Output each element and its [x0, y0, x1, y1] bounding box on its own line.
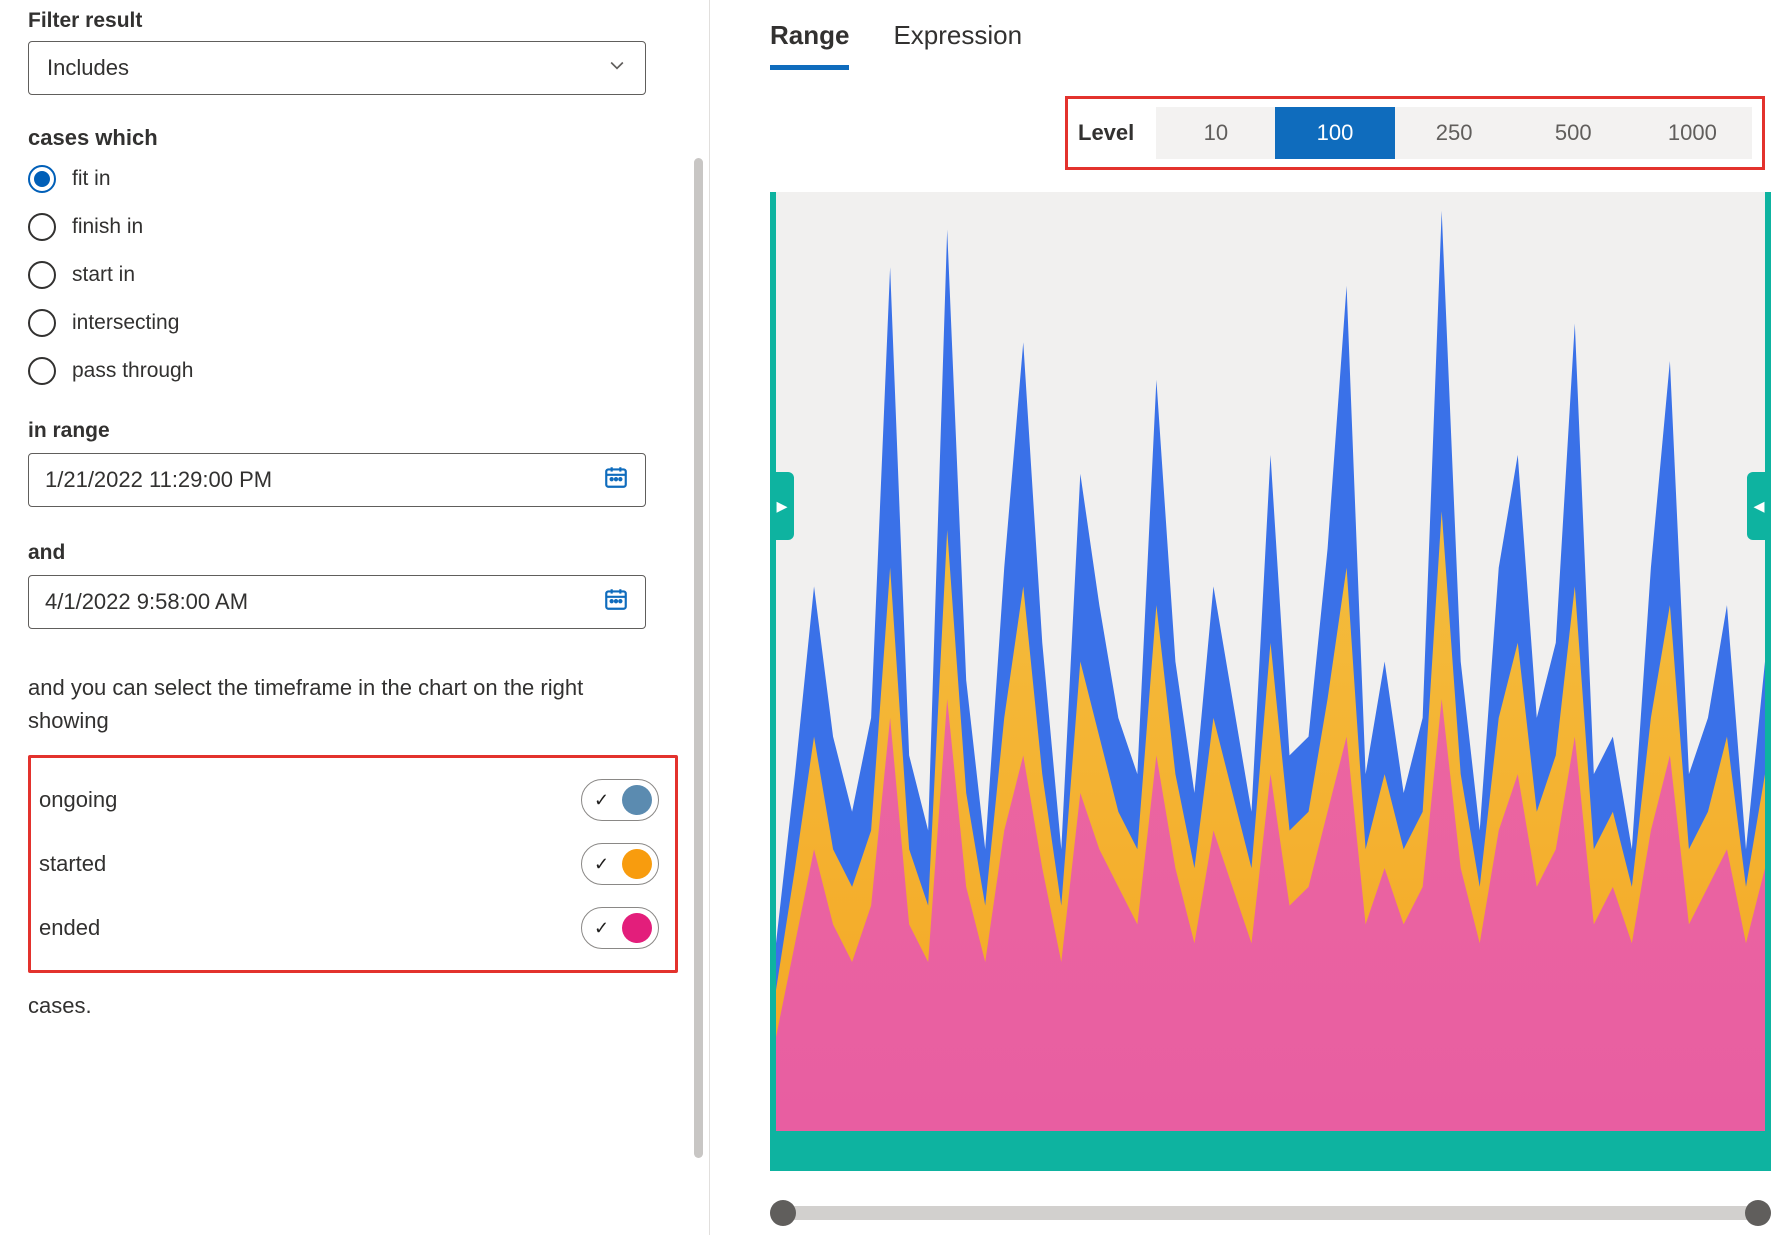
filter-result-value: Includes	[47, 55, 129, 81]
chevron-down-icon	[607, 55, 627, 81]
check-icon: ✓	[594, 854, 614, 875]
range-end-input[interactable]: 4/1/2022 9:58:00 AM	[28, 575, 646, 629]
radio-finish-in[interactable]: finish in	[28, 213, 681, 241]
explain-text: and you can select the timeframe in the …	[28, 671, 658, 737]
slider-knob-right[interactable]	[1745, 1200, 1771, 1226]
range-handle-left[interactable]: ▸	[770, 472, 794, 540]
radio-label: intersecting	[72, 311, 179, 335]
range-start-input[interactable]: 1/21/2022 11:29:00 PM	[28, 453, 646, 507]
radio-pass-through[interactable]: pass through	[28, 357, 681, 385]
radio-start-in[interactable]: start in	[28, 261, 681, 289]
toggle-ended[interactable]: ✓	[581, 907, 659, 949]
level-option-1000[interactable]: 1000	[1633, 107, 1752, 159]
slider-knob-left[interactable]	[770, 1200, 796, 1226]
filter-result-select[interactable]: Includes	[28, 41, 646, 95]
toggle-label: ongoing	[39, 787, 117, 813]
radio-circle[interactable]	[28, 213, 56, 241]
radio-circle[interactable]	[28, 165, 56, 193]
trailing-text: cases.	[28, 993, 681, 1019]
range-handle-right[interactable]: ◂	[1747, 472, 1771, 540]
toggle-knob	[622, 913, 652, 943]
in-range-label: in range	[28, 419, 681, 443]
level-option-100[interactable]: 100	[1275, 107, 1394, 159]
range-start-value: 1/21/2022 11:29:00 PM	[45, 467, 272, 493]
toggle-started[interactable]: ✓	[581, 843, 659, 885]
check-icon: ✓	[594, 790, 614, 811]
radio-label: pass through	[72, 359, 193, 383]
tab-expression[interactable]: Expression	[893, 20, 1022, 70]
toggle-row-ongoing: ongoing ✓	[39, 768, 659, 832]
toggle-knob	[622, 849, 652, 879]
toggle-row-ended: ended ✓	[39, 896, 659, 960]
calendar-icon[interactable]	[603, 586, 629, 618]
zoom-slider[interactable]	[770, 1201, 1771, 1225]
toggle-knob	[622, 785, 652, 815]
radio-fit-in[interactable]: fit in	[28, 165, 681, 193]
radio-label: finish in	[72, 215, 143, 239]
range-end-value: 4/1/2022 9:58:00 AM	[45, 589, 248, 615]
tab-range[interactable]: Range	[770, 20, 849, 70]
toggle-row-started: started ✓	[39, 832, 659, 896]
level-segmented[interactable]: 101002505001000	[1156, 107, 1752, 159]
level-label: Level	[1078, 120, 1134, 146]
level-option-500[interactable]: 500	[1514, 107, 1633, 159]
chart-panel: Range Expression Level 101002505001000 ▸ …	[710, 0, 1781, 1235]
scrollbar[interactable]	[694, 158, 703, 1158]
and-label: and	[28, 541, 681, 565]
timeline-chart[interactable]: ▸ ◂ 1/21/2022 - 4/1/2022	[770, 192, 1771, 1171]
radio-circle[interactable]	[28, 357, 56, 385]
cases-radio-group: fit in finish in start in intersecting pass …	[28, 165, 681, 385]
series-toggle-box: ongoing ✓ started ✓ ended ✓	[28, 755, 678, 973]
radio-label: fit in	[72, 167, 111, 191]
radio-circle[interactable]	[28, 309, 56, 337]
toggle-label: started	[39, 851, 106, 877]
toggle-ongoing[interactable]: ✓	[581, 779, 659, 821]
level-option-10[interactable]: 10	[1156, 107, 1275, 159]
radio-label: start in	[72, 263, 135, 287]
chart-range-label: 1/21/2022 - 4/1/2022	[790, 1139, 984, 1163]
filter-panel: Filter result Includes cases which fit i…	[0, 0, 710, 1235]
toggle-label: ended	[39, 915, 100, 941]
mode-tabs: Range Expression	[770, 20, 1771, 70]
filter-result-label: Filter result	[28, 9, 681, 33]
radio-circle[interactable]	[28, 261, 56, 289]
cases-which-label: cases which	[28, 125, 681, 151]
radio-intersecting[interactable]: intersecting	[28, 309, 681, 337]
level-option-250[interactable]: 250	[1395, 107, 1514, 159]
level-selector: Level 101002505001000	[1065, 96, 1765, 170]
check-icon: ✓	[594, 918, 614, 939]
calendar-icon[interactable]	[603, 464, 629, 496]
slider-track	[770, 1206, 1771, 1220]
